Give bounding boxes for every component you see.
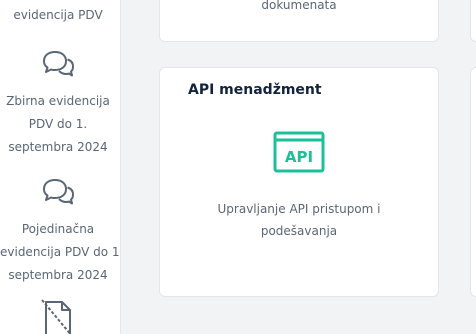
api-icon-label: API: [285, 148, 313, 166]
document-slash-icon[interactable]: [40, 298, 74, 334]
sidebar-item-label-line: evidencija PDV do 1.: [0, 245, 121, 259]
sidebar-item-label: evidencija PDV: [13, 8, 103, 22]
sidebar-item-pojedinacna-evidencija[interactable]: Pojedinačna evidencija PDV do 1. septemb…: [0, 218, 121, 287]
api-window-icon: API: [273, 131, 325, 173]
sidebar-item-label-line: PDV do 1.: [28, 117, 88, 131]
sidebar: evidencija PDV Zbirna evidencija PDV do …: [0, 0, 121, 334]
chat-bubbles-icon: [40, 178, 74, 210]
card-description-line: podešavanja: [260, 224, 338, 238]
card-api-management[interactable]: API menadžment API Upravljanje API prist…: [159, 67, 439, 297]
app-root: evidencija PDV Zbirna evidencija PDV do …: [0, 0, 476, 334]
sidebar-item-zbirna-evidencija[interactable]: Zbirna evidencija PDV do 1. septembra 20…: [0, 90, 116, 159]
card-description: Upravljanje API pristupom i podešavanja: [160, 198, 438, 242]
sidebar-item-label-line: septembra 2024: [8, 268, 108, 282]
sidebar-item-evidencija-pdv[interactable]: evidencija PDV: [0, 4, 116, 27]
card-right-partial[interactable]: [470, 67, 476, 297]
card-description-line: Upravljanje API pristupom i: [217, 202, 381, 216]
sidebar-item-label-line: Zbirna evidencija: [6, 94, 110, 108]
sidebar-item-label-line: Pojedinačna: [21, 222, 95, 236]
chat-bubbles-icon: [40, 50, 74, 82]
card-title: API menadžment: [188, 82, 322, 98]
card-documents[interactable]: dokumenata: [159, 0, 439, 42]
sidebar-item-label-line: septembra 2024: [8, 140, 108, 154]
card-documents-text: dokumenata: [261, 0, 337, 12]
card-right-partial[interactable]: [470, 0, 476, 42]
